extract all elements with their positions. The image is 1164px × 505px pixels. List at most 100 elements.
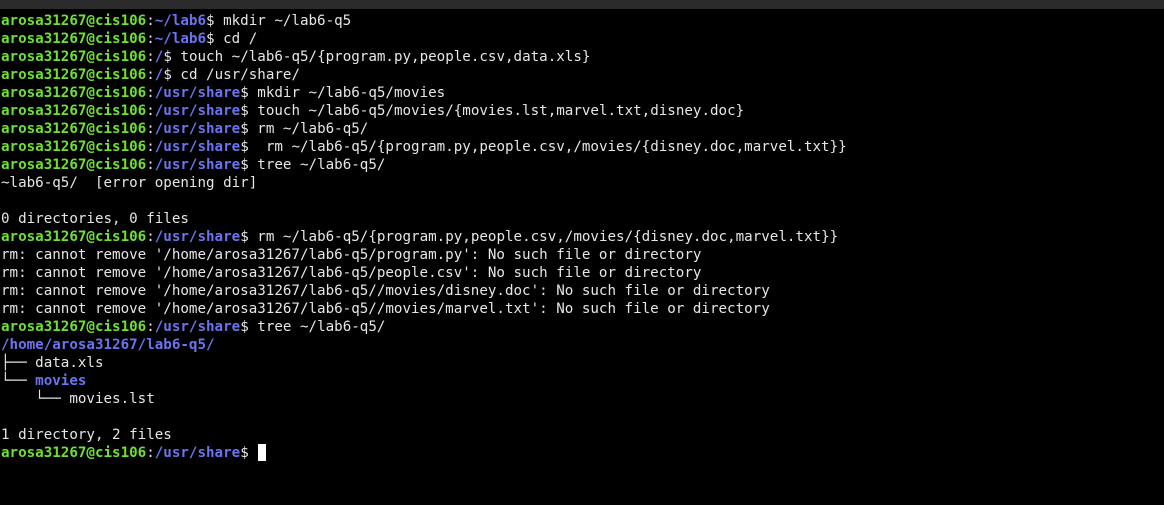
prompt-user-host: arosa31267@cis106 [1,49,147,65]
prompt-path: /usr/share [154,85,241,101]
tree-entry: ├── data.xls [1,354,1161,372]
prompt-user-host: arosa31267@cis106 [1,67,147,83]
prompt-colon: : [146,157,155,173]
terminal-output[interactable]: arosa31267@cis106:~/lab6$ mkdir ~/lab6-q… [1,12,1161,462]
prompt-dollar: $ [240,121,249,137]
prompt-dollar: $ [206,31,215,47]
prompt-path: /usr/share [154,139,241,155]
prompt-user-host: arosa31267@cis106 [1,103,147,119]
command-text: cd / [214,31,258,47]
prompt-colon: : [146,49,155,65]
tree-branch: └── [1,373,36,389]
prompt-user-host: arosa31267@cis106 [1,445,147,461]
command-text: rm ~/lab6-q5/{program.py,people.csv,/mov… [248,229,839,245]
output-text: ~lab6-q5/ [error opening dir] [1,175,258,191]
prompt-dollar: $ [240,139,249,155]
command-line: arosa31267@cis106:/usr/share$ rm ~/lab6-… [1,138,1161,156]
command-text: tree ~/lab6-q5/ [248,319,386,335]
output-line: rm: cannot remove '/home/arosa31267/lab6… [1,282,1161,300]
output-text: 0 directories, 0 files [1,211,189,227]
output-text: rm: cannot remove '/home/arosa31267/lab6… [1,247,702,263]
output-text: 1 directory, 2 files [1,427,172,443]
command-text: touch ~/lab6-q5/movies/{movies.lst,marve… [248,103,745,119]
command-text: mkdir ~/lab6-q5/movies [248,85,446,101]
prompt-user-host: arosa31267@cis106 [1,319,147,335]
prompt-user-host: arosa31267@cis106 [1,229,147,245]
prompt-path: /usr/share [154,103,241,119]
prompt-colon: : [146,319,155,335]
prompt-colon: : [146,139,155,155]
text-cursor[interactable] [258,444,267,461]
output-line: 0 directories, 0 files [1,210,1161,228]
tree-file: data.xls [35,355,104,371]
prompt-path: /usr/share [154,319,241,335]
prompt-user-host: arosa31267@cis106 [1,85,147,101]
prompt-colon: : [146,85,155,101]
prompt-path: ~/lab6 [154,31,207,47]
command-text [249,445,258,461]
output-line: 1 directory, 2 files [1,426,1161,444]
prompt-dollar: $ [240,103,249,119]
prompt-colon: : [146,229,155,245]
command-line: arosa31267@cis106:~/lab6$ mkdir ~/lab6-q… [1,12,1161,30]
prompt-user-host: arosa31267@cis106 [1,157,147,173]
prompt-user-host: arosa31267@cis106 [1,13,147,29]
command-line: arosa31267@cis106:/usr/share$ mkdir ~/la… [1,84,1161,102]
prompt-colon: : [146,13,155,29]
prompt-dollar: $ [240,445,249,461]
command-line: arosa31267@cis106:/usr/share$ rm ~/lab6-… [1,228,1161,246]
prompt-path: /usr/share [154,229,241,245]
prompt-dollar: $ [240,157,249,173]
active-prompt-line: arosa31267@cis106:/usr/share$ [1,444,1161,462]
command-text: rm ~/lab6-q5/{program.py,people.csv,/mov… [248,139,847,155]
output-line: ~lab6-q5/ [error opening dir] [1,174,1161,192]
prompt-dollar: $ [163,49,172,65]
output-text: rm: cannot remove '/home/arosa31267/lab6… [1,265,702,281]
command-text: cd /usr/share/ [171,67,300,83]
tree-entry: └── movies.lst [1,390,1161,408]
prompt-path: /usr/share [154,121,241,137]
command-text: touch ~/lab6-q5/{program.py,people.csv,d… [171,49,591,65]
prompt-dollar: $ [163,67,172,83]
tree-file: movies.lst [69,391,155,407]
tree-directory: movies [35,373,87,389]
prompt-dollar: $ [206,13,215,29]
command-line: arosa31267@cis106:/$ touch ~/lab6-q5/{pr… [1,48,1161,66]
prompt-user-host: arosa31267@cis106 [1,31,147,47]
command-line: arosa31267@cis106:~/lab6$ cd / [1,30,1161,48]
output-line: rm: cannot remove '/home/arosa31267/lab6… [1,300,1161,318]
tree-root-label: /home/arosa31267/lab6-q5/ [1,337,215,353]
prompt-dollar: $ [240,85,249,101]
prompt-dollar: $ [240,319,249,335]
window-titlebar [0,0,1164,9]
tree-root: /home/arosa31267/lab6-q5/ [1,336,1161,354]
command-line: arosa31267@cis106:/usr/share$ touch ~/la… [1,102,1161,120]
prompt-colon: : [146,31,155,47]
tree-entry: └── movies [1,372,1161,390]
prompt-colon: : [146,67,155,83]
tree-branch: ├── [1,355,36,371]
tree-branch: └── [1,391,70,407]
command-text: rm ~/lab6-q5/ [248,121,369,137]
command-line: arosa31267@cis106:/usr/share$ tree ~/lab… [1,318,1161,336]
prompt-colon: : [146,445,155,461]
prompt-dollar: $ [240,229,249,245]
output-line: rm: cannot remove '/home/arosa31267/lab6… [1,246,1161,264]
command-line: arosa31267@cis106:/usr/share$ tree ~/lab… [1,156,1161,174]
command-line: arosa31267@cis106:/$ cd /usr/share/ [1,66,1161,84]
prompt-path: /usr/share [154,445,241,461]
output-text: rm: cannot remove '/home/arosa31267/lab6… [1,301,770,317]
prompt-user-host: arosa31267@cis106 [1,121,147,137]
prompt-colon: : [146,121,155,137]
command-text: mkdir ~/lab6-q5 [214,13,352,29]
output-text: rm: cannot remove '/home/arosa31267/lab6… [1,283,770,299]
prompt-user-host: arosa31267@cis106 [1,139,147,155]
prompt-colon: : [146,103,155,119]
command-line: arosa31267@cis106:/usr/share$ rm ~/lab6-… [1,120,1161,138]
command-text: tree ~/lab6-q5/ [248,157,386,173]
prompt-path: /usr/share [154,157,241,173]
prompt-path: ~/lab6 [154,13,207,29]
output-line: rm: cannot remove '/home/arosa31267/lab6… [1,264,1161,282]
